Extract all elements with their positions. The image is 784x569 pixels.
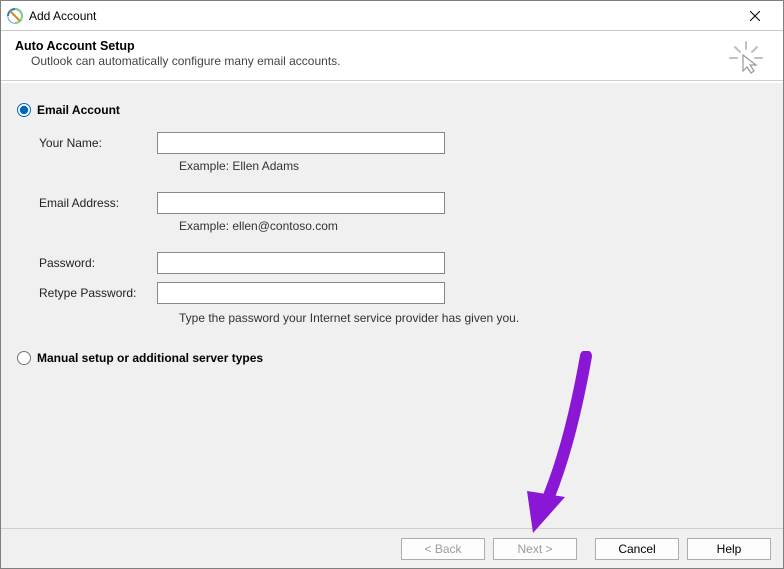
- wizard-header: Auto Account Setup Outlook can automatic…: [1, 31, 783, 81]
- window-title: Add Account: [29, 9, 96, 23]
- titlebar: Add Account: [1, 1, 783, 31]
- header-title: Auto Account Setup: [15, 39, 769, 53]
- wizard-body: Email Account Your Name: Example: Ellen …: [1, 83, 783, 528]
- help-button[interactable]: Help: [687, 538, 771, 560]
- password-input[interactable]: [157, 252, 445, 274]
- close-button[interactable]: [733, 1, 777, 31]
- your-name-label: Your Name:: [39, 136, 157, 150]
- back-button: < Back: [401, 538, 485, 560]
- cursor-click-icon: [729, 41, 763, 75]
- your-name-hint: Example: Ellen Adams: [179, 159, 767, 173]
- email-label: Email Address:: [39, 196, 157, 210]
- close-icon: [750, 11, 760, 21]
- next-button: Next >: [493, 538, 577, 560]
- row-email: Email Address:: [39, 191, 767, 215]
- wizard-button-bar: < Back Next > Cancel Help: [1, 528, 783, 568]
- email-input[interactable]: [157, 192, 445, 214]
- radio-manual-setup[interactable]: [17, 351, 31, 365]
- password-hint: Type the password your Internet service …: [179, 311, 767, 325]
- option-manual-setup[interactable]: Manual setup or additional server types: [17, 351, 767, 365]
- retype-password-input[interactable]: [157, 282, 445, 304]
- radio-email-account-label: Email Account: [37, 103, 120, 117]
- header-subtitle: Outlook can automatically configure many…: [31, 54, 769, 68]
- radio-manual-setup-label: Manual setup or additional server types: [37, 351, 263, 365]
- row-your-name: Your Name:: [39, 131, 767, 155]
- row-password: Password:: [39, 251, 767, 275]
- retype-password-label: Retype Password:: [39, 286, 157, 300]
- email-account-fields: Your Name: Example: Ellen Adams Email Ad…: [39, 131, 767, 325]
- your-name-input[interactable]: [157, 132, 445, 154]
- app-icon: [7, 8, 23, 24]
- option-email-account[interactable]: Email Account: [17, 103, 767, 117]
- password-label: Password:: [39, 256, 157, 270]
- cancel-button[interactable]: Cancel: [595, 538, 679, 560]
- radio-email-account[interactable]: [17, 103, 31, 117]
- row-retype-password: Retype Password:: [39, 281, 767, 305]
- add-account-window: Add Account Auto Account Setup Outlook c…: [0, 0, 784, 569]
- email-hint: Example: ellen@contoso.com: [179, 219, 767, 233]
